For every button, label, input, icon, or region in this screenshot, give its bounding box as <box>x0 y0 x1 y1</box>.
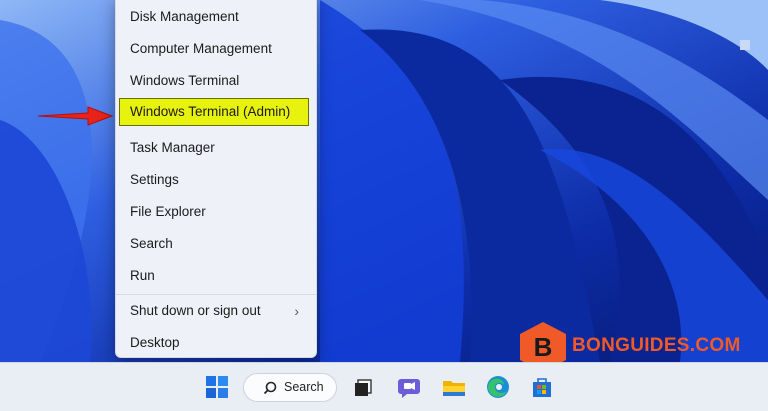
watermark-text: BONGUIDES.COM <box>572 335 741 356</box>
taskbar: Search <box>0 362 768 411</box>
menu-separator <box>116 294 316 295</box>
taskbar-search-box[interactable]: Search <box>243 373 337 402</box>
search-label: Search <box>284 380 324 394</box>
svg-text:B: B <box>534 332 553 362</box>
menu-item-windows-terminal-admin[interactable]: Windows Terminal (Admin) <box>119 98 309 126</box>
menu-item-desktop[interactable]: Desktop <box>120 329 313 357</box>
menu-item-run[interactable]: Run <box>120 262 313 290</box>
store-icon[interactable] <box>526 371 558 403</box>
menu-item-shut-down[interactable]: Shut down or sign out › <box>120 297 313 325</box>
menu-item-shut-down-label: Shut down or sign out <box>130 303 261 318</box>
edge-icon[interactable] <box>482 371 514 403</box>
menu-item-file-explorer[interactable]: File Explorer <box>120 198 313 226</box>
menu-item-disk-management[interactable]: Disk Management <box>120 3 313 31</box>
file-explorer-icon[interactable] <box>438 371 470 403</box>
search-icon <box>263 381 277 395</box>
menu-item-settings[interactable]: Settings <box>120 166 313 194</box>
menu-item-search[interactable]: Search <box>120 230 313 258</box>
menu-item-windows-terminal[interactable]: Windows Terminal <box>120 67 313 95</box>
red-arrow-annotation <box>36 104 116 133</box>
menu-item-task-manager[interactable]: Task Manager <box>120 134 313 162</box>
chevron-right-icon: › <box>294 303 299 319</box>
chat-icon[interactable] <box>393 371 425 403</box>
winx-context-menu: Disk Management Computer Management Wind… <box>115 0 317 358</box>
windows-start-icon[interactable] <box>201 371 233 403</box>
menu-item-computer-management[interactable]: Computer Management <box>120 35 313 63</box>
task-view-icon[interactable] <box>349 371 381 403</box>
